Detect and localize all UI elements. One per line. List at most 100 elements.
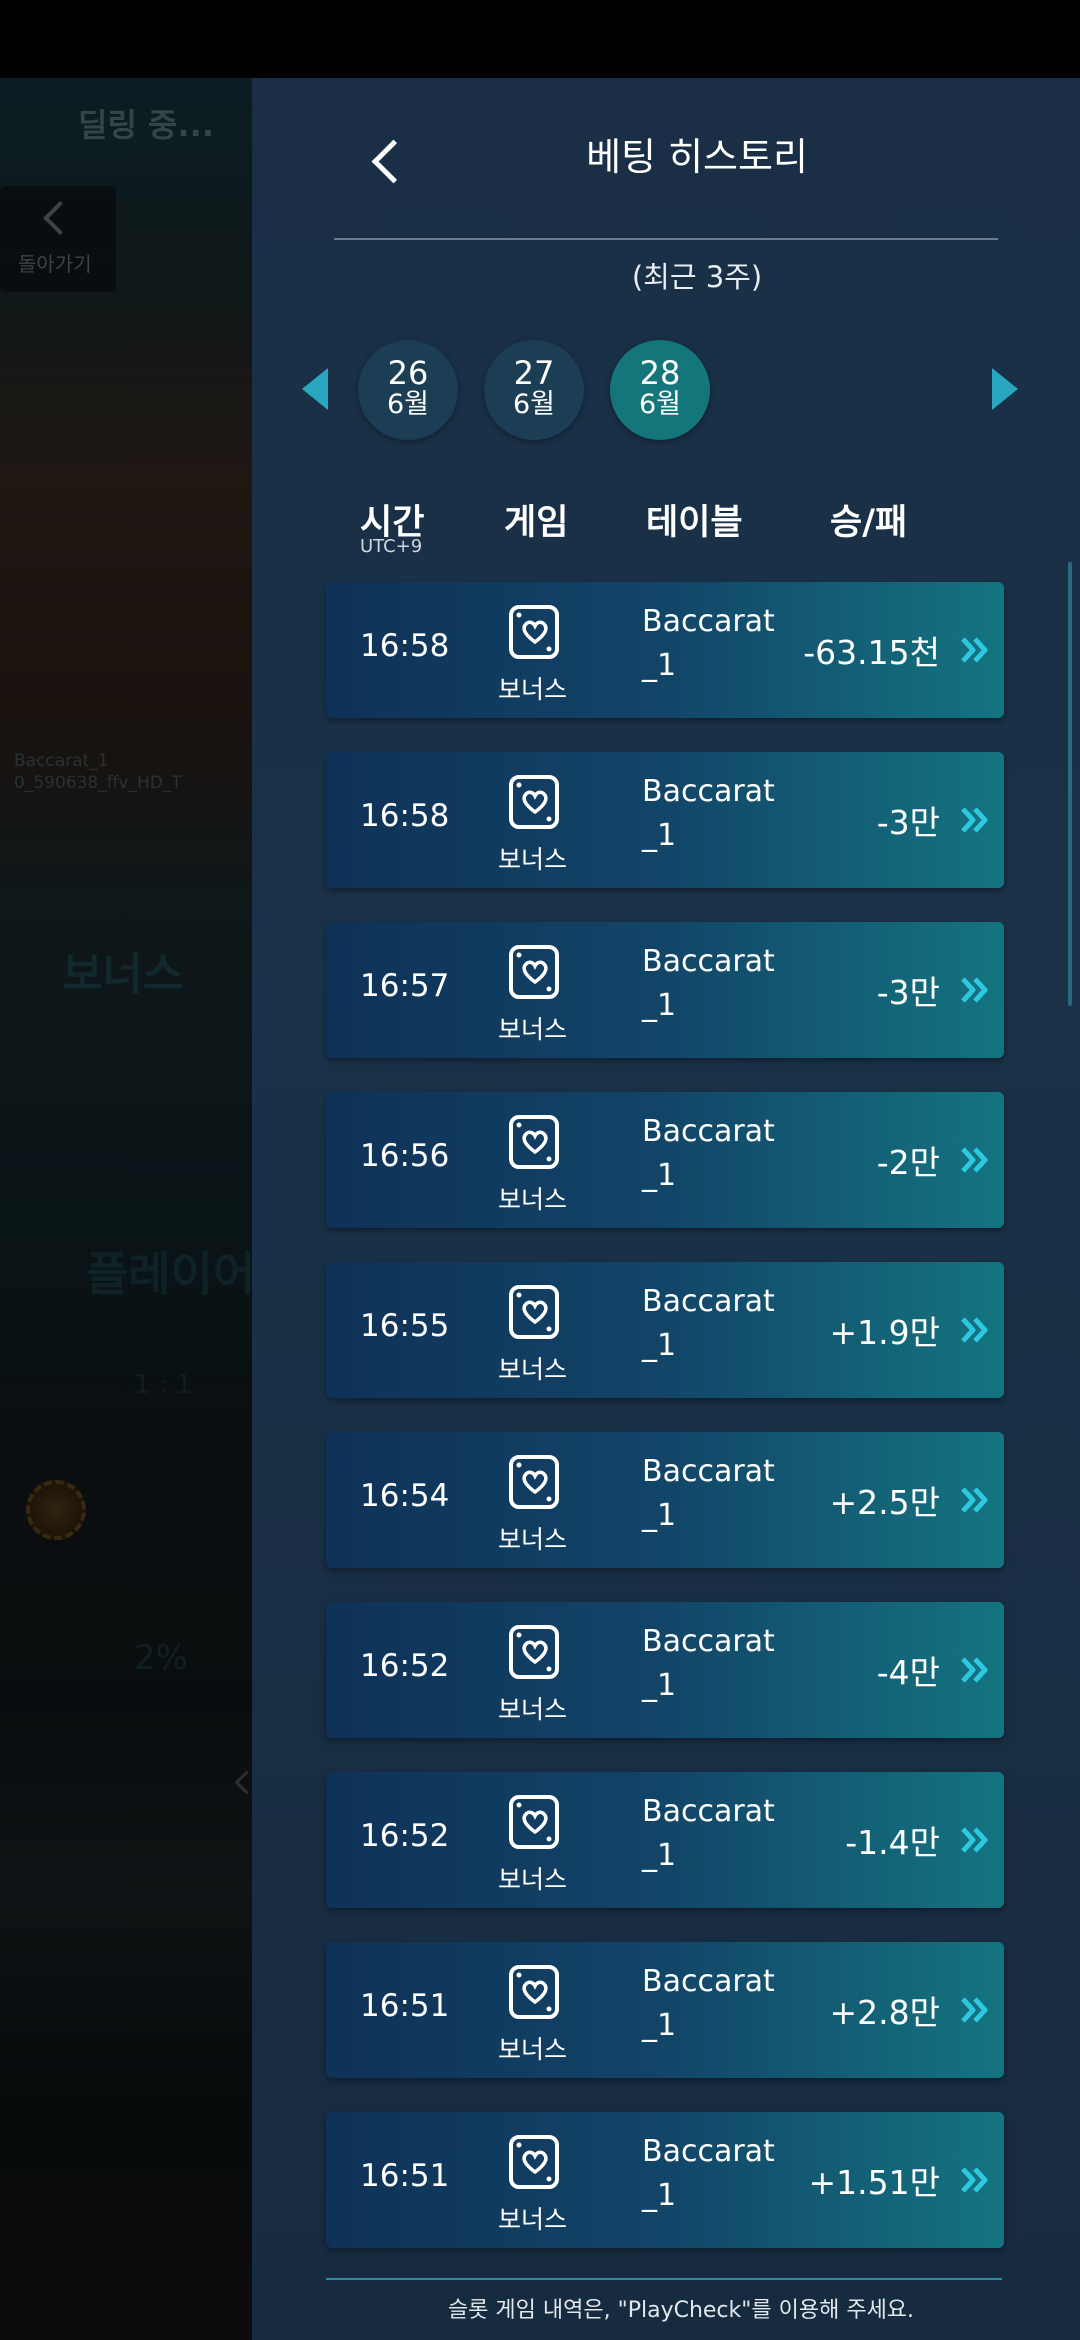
date-month: 6월 [512, 389, 556, 420]
row-game: 보너스 [498, 1525, 568, 1554]
row-table-number: _1 [642, 1328, 677, 1363]
row-table-number: _1 [642, 1838, 677, 1873]
row-amount: -3만 [876, 973, 940, 1012]
row-time: 16:54 [360, 1478, 450, 1514]
column-timezone: UTC+9 [360, 536, 423, 557]
heart-card-icon [509, 2135, 559, 2189]
history-row-10[interactable]: 16:51 보너스 Baccarat _1 +1.51만 [326, 2112, 1004, 2248]
row-table-name: Baccarat [642, 774, 775, 809]
row-game: 보너스 [498, 845, 568, 874]
history-row-6[interactable]: 16:54 보너스 Baccarat _1 +2.5만 [326, 1432, 1004, 1568]
heart-card-icon [509, 1625, 559, 1679]
row-table-number: _1 [642, 988, 677, 1023]
history-row-7[interactable]: 16:52 보너스 Baccarat _1 -4만 [326, 1602, 1004, 1738]
date-chip-28[interactable]: 28 6월 [610, 340, 710, 440]
row-table-number: _1 [642, 648, 677, 683]
row-time: 16:51 [360, 1988, 450, 2024]
footer-divider [326, 2278, 1002, 2280]
column-game: 게임 [504, 503, 569, 543]
date-chip-27[interactable]: 27 6월 [484, 340, 584, 440]
row-amount: +2.5만 [829, 1483, 941, 1522]
double-chevron-right-icon [961, 1997, 988, 2023]
double-chevron-right-icon [961, 637, 988, 663]
row-table-name: Baccarat [642, 604, 775, 639]
row-table-number: _1 [642, 1498, 677, 1533]
row-table-name: Baccarat [642, 2134, 775, 2169]
row-table-number: _1 [642, 1158, 677, 1193]
heart-card-icon [509, 945, 559, 999]
double-chevron-right-icon [961, 977, 988, 1003]
date-day: 28 [639, 354, 681, 392]
date-chip-26[interactable]: 26 6월 [358, 340, 458, 440]
row-game: 보너스 [498, 1355, 568, 1384]
status-bar [0, 0, 1080, 78]
history-row-2[interactable]: 16:58 보너스 Baccarat _1 -3만 [326, 752, 1004, 888]
date-month: 6월 [638, 389, 682, 420]
row-amount: +1.51만 [808, 2163, 941, 2202]
row-game: 보너스 [498, 2205, 568, 2234]
row-time: 16:52 [360, 1648, 450, 1684]
row-amount: -1.4만 [845, 1823, 940, 1862]
history-row-8[interactable]: 16:52 보너스 Baccarat _1 -1.4만 [326, 1772, 1004, 1908]
date-month: 6월 [386, 389, 430, 420]
row-time: 16:58 [360, 628, 450, 664]
row-game: 보너스 [498, 1185, 568, 1214]
panel-title: 베팅 히스토리 [586, 135, 808, 179]
row-amount: +1.9만 [829, 1313, 941, 1352]
date-day: 27 [513, 354, 555, 392]
footer-note: 슬롯 게임 내역은, "PlayCheck"를 이용해 주세요. [447, 2298, 915, 2323]
column-result: 승/패 [830, 503, 908, 543]
row-table-name: Baccarat [642, 944, 775, 979]
scrollbar[interactable] [1068, 562, 1072, 1006]
row-game: 보너스 [498, 1865, 568, 1894]
row-time: 16:51 [360, 2158, 450, 2194]
heart-card-icon [509, 775, 559, 829]
title-divider [334, 238, 998, 240]
history-row-9[interactable]: 16:51 보너스 Baccarat _1 +2.8만 [326, 1942, 1004, 2078]
dim-overlay[interactable] [0, 78, 252, 2340]
row-table-number: _1 [642, 1668, 677, 1703]
heart-card-icon [509, 1285, 559, 1339]
row-game: 보너스 [498, 1015, 568, 1044]
row-game: 보너스 [498, 675, 568, 704]
date-prev-arrow[interactable] [302, 368, 328, 410]
row-time: 16:55 [360, 1308, 450, 1344]
row-table-number: _1 [642, 2008, 677, 2043]
row-game: 보너스 [498, 1695, 568, 1724]
row-table-name: Baccarat [642, 1454, 775, 1489]
double-chevron-right-icon [961, 1657, 988, 1683]
row-time: 16:56 [360, 1138, 450, 1174]
row-time: 16:52 [360, 1818, 450, 1854]
row-table-name: Baccarat [642, 1114, 775, 1149]
history-row-5[interactable]: 16:55 보너스 Baccarat _1 +1.9만 [326, 1262, 1004, 1398]
row-amount: -2만 [876, 1143, 940, 1182]
row-time: 16:58 [360, 798, 450, 834]
date-next-arrow[interactable] [992, 368, 1018, 410]
heart-card-icon [509, 1455, 559, 1509]
period-label: (최근 3주) [631, 260, 763, 294]
row-amount: +2.8만 [829, 1993, 941, 2032]
double-chevron-right-icon [961, 1487, 988, 1513]
history-row-4[interactable]: 16:56 보너스 Baccarat _1 -2만 [326, 1092, 1004, 1228]
history-row-1[interactable]: 16:58 보너스 Baccarat _1 -63.15천 [326, 582, 1004, 718]
heart-card-icon [509, 1115, 559, 1169]
date-day: 26 [387, 354, 429, 392]
heart-card-icon [509, 1965, 559, 2019]
history-row-3[interactable]: 16:57 보너스 Baccarat _1 -3만 [326, 922, 1004, 1058]
row-table-number: _1 [642, 818, 677, 853]
row-amount: -4만 [876, 1653, 940, 1692]
double-chevron-right-icon [961, 1827, 988, 1853]
heart-card-icon [509, 605, 559, 659]
row-amount: -63.15천 [803, 633, 940, 672]
row-table-name: Baccarat [642, 1794, 775, 1829]
row-table-number: _1 [642, 2178, 677, 2213]
row-time: 16:57 [360, 968, 450, 1004]
row-table-name: Baccarat [642, 1284, 775, 1319]
row-table-name: Baccarat [642, 1964, 775, 1999]
row-amount: -3만 [876, 803, 940, 842]
double-chevron-right-icon [961, 807, 988, 833]
row-table-name: Baccarat [642, 1624, 775, 1659]
double-chevron-right-icon [961, 1317, 988, 1343]
double-chevron-right-icon [961, 2167, 988, 2193]
heart-card-icon [509, 1795, 559, 1849]
